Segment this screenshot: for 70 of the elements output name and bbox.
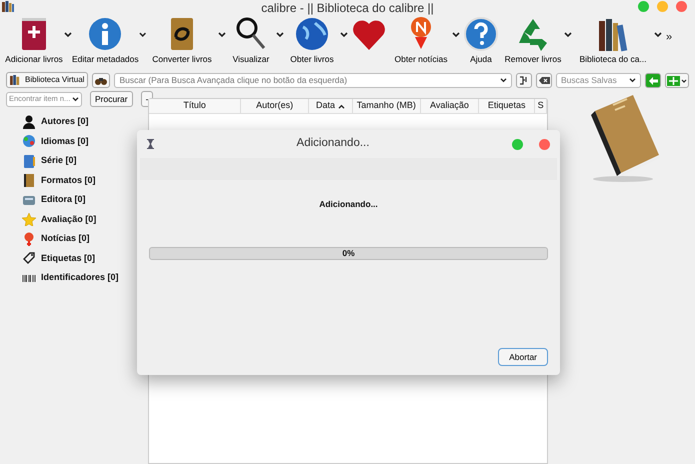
- column-header[interactable]: Tamanho (MB): [352, 99, 421, 113]
- toolbar-button[interactable]: Obter livros: [284, 15, 340, 66]
- help-icon: [462, 15, 500, 53]
- window-title: calibre - || Biblioteca do calibre ||: [261, 0, 434, 16]
- caret-icon[interactable]: [276, 32, 284, 38]
- column-header[interactable]: Etiquetas: [479, 99, 536, 113]
- category-item[interactable]: Autores [0]: [22, 112, 135, 132]
- caret-icon[interactable]: [654, 32, 662, 38]
- toolbar-button[interactable]: Ajuda: [460, 15, 502, 66]
- pin-icon: [22, 232, 36, 246]
- category-item[interactable]: Editora [0]: [22, 190, 135, 210]
- saved-search-button[interactable]: [645, 72, 662, 88]
- category-item[interactable]: Notícias [0]: [22, 229, 135, 248]
- category-item[interactable]: Idiomas [0]: [22, 132, 135, 151]
- toolbar-button[interactable]: Adicionar livros: [4, 15, 64, 66]
- abort-button[interactable]: Abortar: [498, 348, 548, 366]
- person-icon: [22, 114, 36, 129]
- progress-text: 0%: [342, 248, 355, 258]
- column-header[interactable]: Título: [149, 99, 242, 113]
- tag-icon: [22, 251, 36, 266]
- column-header[interactable]: S: [535, 99, 548, 113]
- regex-icon: [519, 76, 530, 86]
- caret-icon[interactable]: [64, 32, 72, 38]
- caret-icon[interactable]: [138, 32, 146, 38]
- search-field[interactable]: Buscar (Para Busca Avançada clique no botão da esquerda): [114, 72, 512, 88]
- toolbar-button[interactable]: Obter notícias: [390, 15, 452, 66]
- caret-icon[interactable]: [500, 78, 508, 82]
- category-item[interactable]: Identificadores [0]: [22, 268, 135, 288]
- category-item[interactable]: Etiquetas [0]: [22, 248, 135, 268]
- star-icon: [22, 212, 36, 226]
- toolbar-button[interactable]: Remover livros: [502, 15, 564, 66]
- app-icon: [2, 1, 14, 12]
- window-control[interactable]: [676, 1, 687, 12]
- status-message: Adicionando...: [319, 199, 378, 209]
- caret-icon: [72, 96, 79, 102]
- book-icon: [22, 173, 36, 188]
- regex-button[interactable]: [516, 72, 532, 88]
- layout-icon: [667, 76, 688, 86]
- globe-icon: [22, 134, 36, 148]
- column-header[interactable]: Data: [309, 99, 353, 113]
- globe-icon: [293, 15, 331, 53]
- layout-button[interactable]: [665, 72, 690, 88]
- caret-icon[interactable]: [452, 32, 460, 38]
- virtual-library-button[interactable]: Biblioteca Virtual: [6, 72, 88, 88]
- toolbar-button[interactable]: Visualizar: [226, 15, 276, 66]
- caret-icon: [629, 78, 636, 82]
- overflow-button[interactable]: »: [666, 29, 672, 46]
- toolbar-button[interactable]: Converter livros: [146, 15, 218, 66]
- column-header[interactable]: Autor(es): [241, 99, 310, 113]
- hourglass-icon: [147, 139, 154, 149]
- category-item[interactable]: Série [0]: [22, 151, 135, 170]
- books-icon: [10, 75, 21, 85]
- caret-icon[interactable]: [218, 32, 226, 38]
- category-item[interactable]: Formatos [0]: [22, 170, 135, 190]
- binoculars-button[interactable]: [92, 72, 110, 88]
- book-icon: [22, 154, 36, 168]
- dialog-title: Adicionando...: [296, 136, 370, 152]
- backspace-icon: [538, 77, 550, 84]
- toolbar-button[interactable]: Biblioteca do ca...: [572, 15, 654, 66]
- category-item[interactable]: Avaliação [0]: [22, 210, 135, 229]
- saved-searches-dropdown[interactable]: Buscas Salvas: [556, 72, 642, 88]
- find-button[interactable]: Procurar: [90, 91, 133, 107]
- binoculars-icon: [95, 76, 108, 85]
- arrow-left-icon: [648, 76, 659, 86]
- column-header[interactable]: Avaliação: [420, 99, 480, 113]
- caret-icon[interactable]: [340, 32, 348, 38]
- caret-icon[interactable]: [564, 32, 572, 38]
- window-control[interactable]: [539, 138, 550, 150]
- toolbar-button[interactable]: Editar metadados: [72, 15, 139, 66]
- clear-search-button[interactable]: [536, 72, 552, 88]
